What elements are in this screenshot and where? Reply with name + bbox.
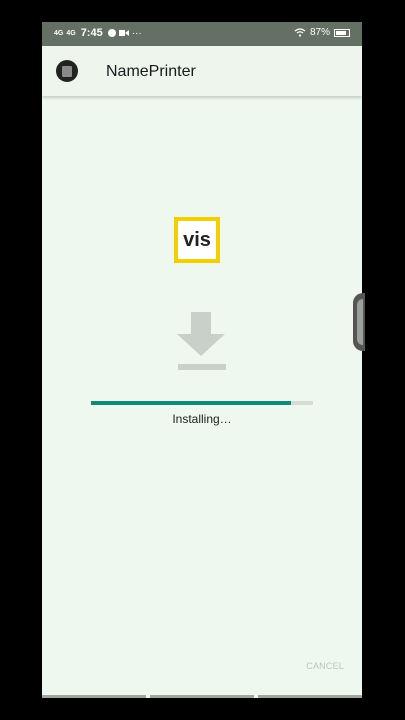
network-indicator: 4G xyxy=(66,29,76,37)
nav-segment[interactable] xyxy=(42,695,146,698)
cancel-button[interactable]: CANCEL xyxy=(306,661,344,671)
video-icon xyxy=(118,30,129,36)
status-time: 7:45 xyxy=(80,27,103,39)
nav-segment[interactable] xyxy=(150,695,254,698)
more-notifications: ··· xyxy=(131,27,142,39)
app-icon-glyph xyxy=(62,65,72,77)
battery-percent: 87% xyxy=(309,27,330,38)
nav-segment[interactable] xyxy=(258,695,362,698)
app-logo: vis xyxy=(174,217,220,263)
app-bar: NamePrinter xyxy=(42,46,362,96)
wifi-icon xyxy=(294,28,306,37)
navigation-bar xyxy=(42,695,362,698)
network-indicator: 4G xyxy=(54,29,64,37)
battery-fill xyxy=(336,30,347,35)
check-icon xyxy=(107,29,116,37)
status-left: 4G 4G 7:45 ··· xyxy=(54,27,142,39)
app-title: NamePrinter xyxy=(106,63,196,80)
install-progress-fill xyxy=(91,401,291,405)
status-right: 87% xyxy=(294,27,350,38)
install-progress-bar xyxy=(91,401,313,405)
battery-icon xyxy=(334,28,350,37)
edge-panel-handle-inner xyxy=(357,299,363,345)
status-bar: 4G 4G 7:45 ··· 87% xyxy=(42,22,362,46)
download-icon xyxy=(177,312,226,370)
app-icon xyxy=(56,60,78,82)
phone-screen: 4G 4G 7:45 ··· 87% NamePrinter vis Insta xyxy=(42,22,362,698)
install-status-text: Installing… xyxy=(172,412,232,426)
